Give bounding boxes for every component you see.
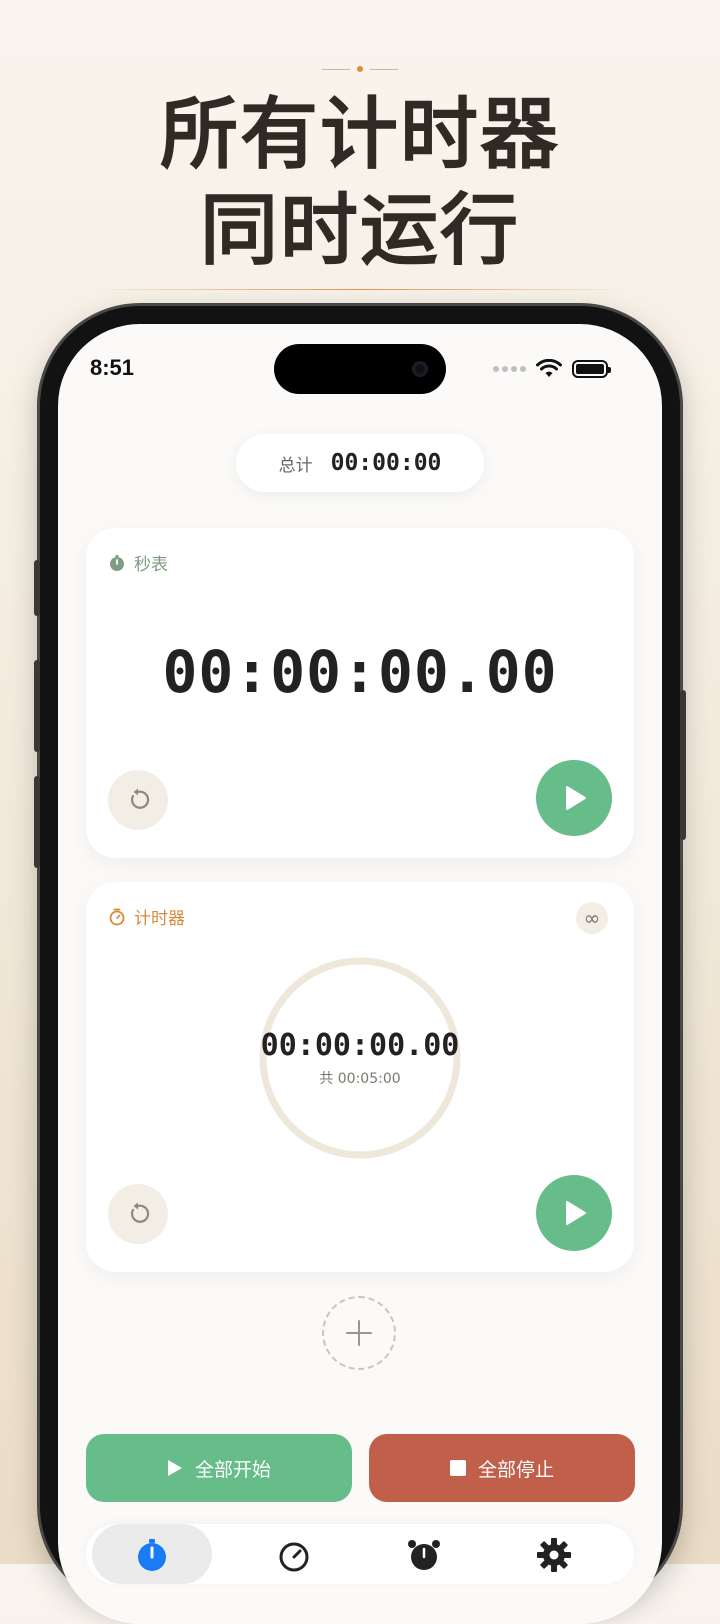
stop-icon bbox=[449, 1460, 466, 1476]
timer-icon bbox=[109, 908, 125, 925]
side-button bbox=[680, 690, 686, 840]
timer-total-duration: 共 00:05:00 bbox=[319, 1071, 401, 1087]
start-all-button[interactable]: 全部开始 bbox=[86, 1434, 352, 1502]
total-label: 总计 bbox=[278, 455, 313, 476]
stopwatch-label: 秒表 bbox=[134, 555, 168, 575]
total-value: 00:00:00 bbox=[330, 450, 442, 476]
loop-toggle-button[interactable]: ∞ bbox=[576, 902, 608, 934]
start-all-label: 全部开始 bbox=[194, 1458, 271, 1481]
stop-all-label: 全部停止 bbox=[477, 1458, 554, 1481]
tab-settings[interactable] bbox=[494, 1524, 614, 1584]
timer-tag: 计时器 bbox=[108, 904, 185, 929]
play-icon bbox=[566, 1201, 586, 1225]
header-decoration bbox=[322, 66, 398, 72]
status-time: 8:51 bbox=[90, 355, 135, 380]
stop-all-button[interactable]: 全部停止 bbox=[369, 1434, 635, 1502]
stopwatch-play-button[interactable] bbox=[536, 760, 612, 836]
timer-display: 00:00:00.00 bbox=[260, 1028, 460, 1063]
play-icon bbox=[566, 786, 586, 810]
stopwatch-icon bbox=[110, 554, 124, 571]
side-button bbox=[34, 660, 40, 752]
headline-line-1: 所有计时器 bbox=[159, 90, 560, 180]
stopwatch-tag: 秒表 bbox=[108, 550, 168, 575]
play-icon bbox=[167, 1460, 182, 1476]
stopwatch-icon bbox=[138, 1539, 166, 1571]
dynamic-island bbox=[274, 344, 446, 394]
tab-stopwatch[interactable] bbox=[92, 1524, 212, 1584]
gear-icon bbox=[537, 1538, 571, 1572]
timer-reset-button[interactable] bbox=[108, 1184, 168, 1244]
stopwatch-card: 秒表 00:00:00.00 bbox=[86, 528, 634, 858]
timer-icon bbox=[279, 1542, 309, 1572]
status-icons bbox=[493, 358, 611, 380]
signal-icon bbox=[493, 366, 526, 372]
stopwatch-reset-button[interactable] bbox=[108, 770, 168, 830]
reset-icon bbox=[131, 1202, 150, 1223]
total-time-pill: 总计 00:00:00 bbox=[236, 434, 484, 492]
reset-icon bbox=[131, 788, 150, 809]
add-timer-button[interactable] bbox=[322, 1296, 396, 1370]
tab-timer[interactable] bbox=[234, 1524, 354, 1584]
infinity-icon: ∞ bbox=[583, 906, 601, 930]
side-button bbox=[34, 776, 40, 868]
tab-bar bbox=[86, 1524, 634, 1584]
timer-label: 计时器 bbox=[134, 909, 185, 929]
timer-card: 计时器 ∞ 00:00:00.00 共 00:05:00 bbox=[86, 882, 634, 1272]
stopwatch-display: 00:00:00.00 bbox=[162, 638, 558, 706]
timer-play-button[interactable] bbox=[536, 1175, 612, 1251]
header-divider bbox=[90, 289, 630, 290]
side-button bbox=[34, 560, 40, 616]
battery-icon bbox=[572, 360, 611, 378]
plus-icon bbox=[346, 1320, 372, 1346]
tab-alarm[interactable] bbox=[364, 1524, 484, 1584]
headline-line-2: 同时运行 bbox=[199, 186, 520, 276]
wifi-icon bbox=[536, 359, 562, 377]
alarm-icon bbox=[408, 1540, 440, 1570]
